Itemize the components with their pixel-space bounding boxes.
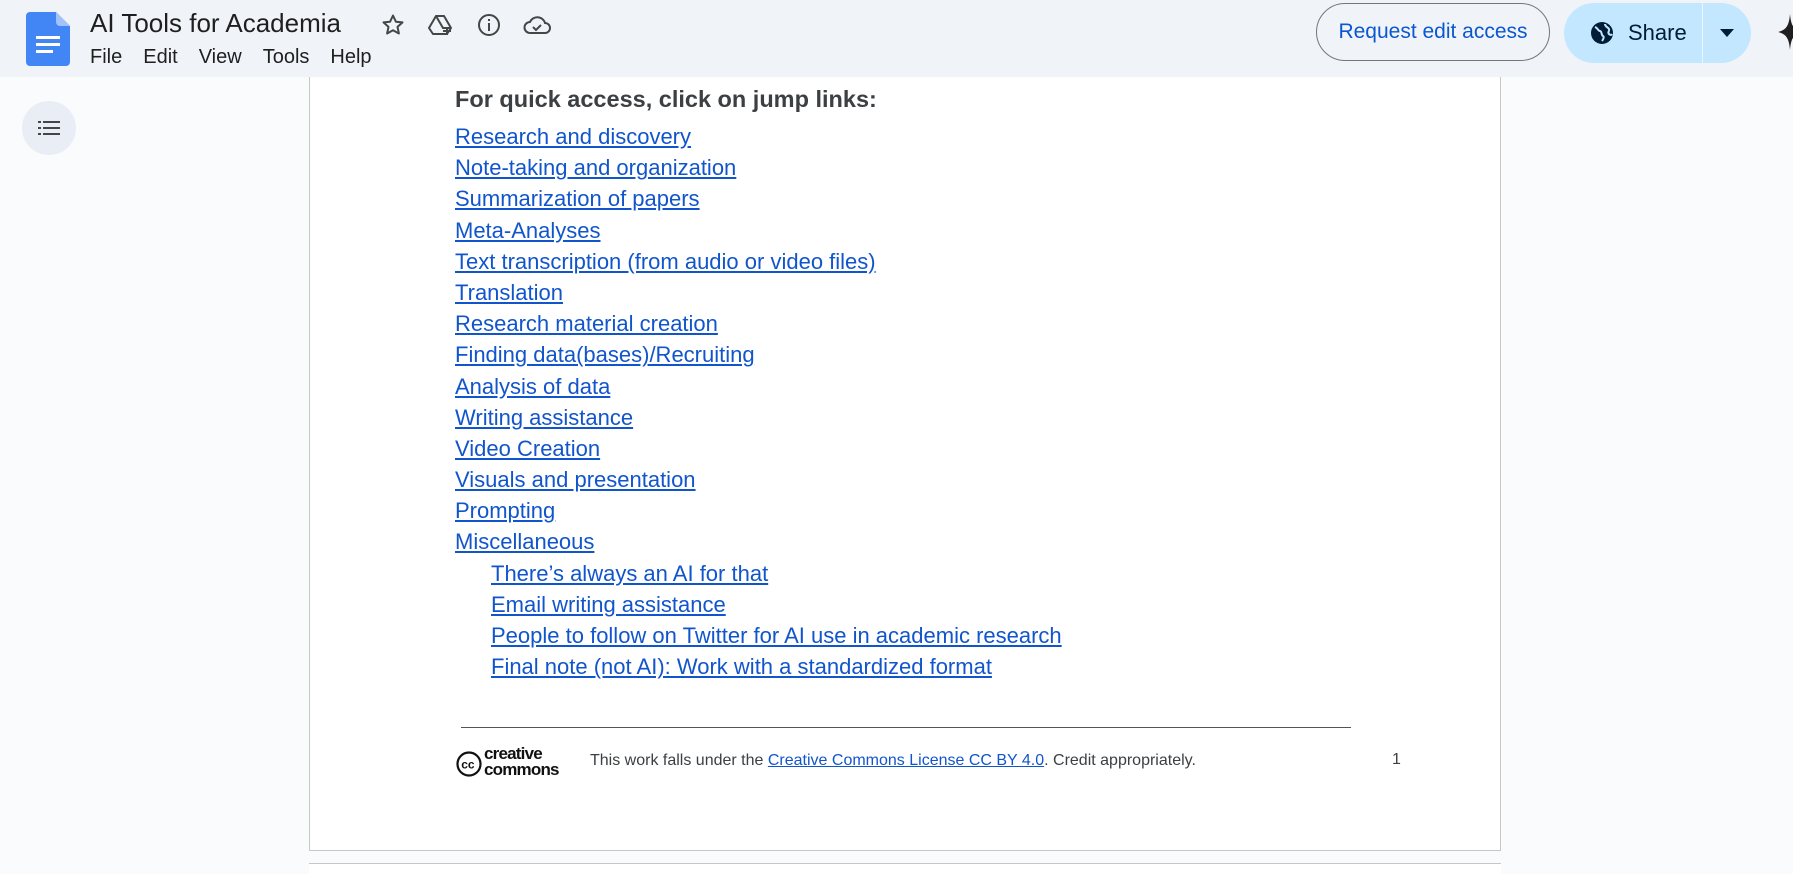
star-icon[interactable] xyxy=(376,10,410,40)
page-content: For quick access, click on jump links: R… xyxy=(455,86,1415,682)
caret-down-icon xyxy=(1720,29,1734,37)
jump-link[interactable]: Research material creation xyxy=(455,311,718,336)
jump-sublink[interactable]: Final note (not AI): Work with a standar… xyxy=(491,654,992,679)
license-link[interactable]: Creative Commons License CC BY 4.0 xyxy=(768,752,1044,769)
list-item: Email writing assistance xyxy=(455,589,1415,620)
add-to-drive-icon[interactable] xyxy=(424,10,458,40)
list-item: Research and discovery xyxy=(455,121,1415,152)
list-item: Miscellaneous xyxy=(455,526,1415,557)
list-item: Translation xyxy=(455,277,1415,308)
title-icons xyxy=(376,10,554,40)
footer-text-after: . Credit appropriately. xyxy=(1044,752,1196,769)
globe-icon xyxy=(1591,22,1613,44)
share-dropdown-button[interactable] xyxy=(1703,3,1751,63)
menu-help[interactable]: Help xyxy=(330,44,382,71)
list-item: Prompting xyxy=(455,495,1415,526)
list-item: Final note (not AI): Work with a standar… xyxy=(455,651,1415,682)
request-edit-access-button[interactable]: Request edit access xyxy=(1316,3,1550,61)
page-footer: cc creative commons This work falls unde… xyxy=(456,741,1401,781)
jump-links-heading: For quick access, click on jump links: xyxy=(455,86,877,112)
gemini-icon[interactable] xyxy=(1772,14,1793,50)
jump-link[interactable]: Analysis of data xyxy=(455,374,610,399)
footer-divider xyxy=(461,727,1351,728)
list-item: Visuals and presentation xyxy=(455,464,1415,495)
document-page: For quick access, click on jump links: R… xyxy=(309,77,1501,851)
list-item: Analysis of data xyxy=(455,371,1415,402)
share-label: Share xyxy=(1628,20,1687,45)
cc-logo-text-commons: commons xyxy=(484,760,559,778)
jump-link[interactable]: Research and discovery xyxy=(455,124,691,149)
menu-tools[interactable]: Tools xyxy=(263,44,321,71)
footer-text: This work falls under the Creative Commo… xyxy=(590,752,1196,770)
menu-file[interactable]: File xyxy=(90,44,133,71)
list-item: Meta-Analyses xyxy=(455,215,1415,246)
list-item: Summarization of papers xyxy=(455,183,1415,214)
next-page-edge xyxy=(309,863,1501,874)
list-icon xyxy=(38,121,60,135)
top-bar: AI Tools for Academia File Edit View Too… xyxy=(0,0,1793,77)
jump-sublink[interactable]: Email writing assistance xyxy=(491,592,726,617)
jump-sublink[interactable]: People to follow on Twitter for AI use i… xyxy=(491,623,1062,648)
jump-link[interactable]: Video Creation xyxy=(455,436,600,461)
list-item: People to follow on Twitter for AI use i… xyxy=(455,620,1415,651)
creative-commons-logo: cc creative commons xyxy=(456,744,560,778)
cloud-saved-icon[interactable] xyxy=(520,10,554,40)
jump-link[interactable]: Writing assistance xyxy=(455,405,633,430)
jump-links-list: Research and discovery Note-taking and o… xyxy=(455,121,1415,682)
jump-link[interactable]: Miscellaneous xyxy=(455,529,594,554)
list-item: Video Creation xyxy=(455,433,1415,464)
jump-link[interactable]: Finding data(bases)/Recruiting xyxy=(455,342,755,367)
docs-logo-icon[interactable] xyxy=(26,12,70,66)
document-outline-button[interactable] xyxy=(22,101,76,155)
jump-link[interactable]: Note-taking and organization xyxy=(455,155,736,180)
document-title[interactable]: AI Tools for Academia xyxy=(90,8,341,39)
jump-link[interactable]: Visuals and presentation xyxy=(455,467,696,492)
footer-text-before: This work falls under the xyxy=(590,752,768,769)
list-item: There’s always an AI for that xyxy=(455,558,1415,589)
menu-view[interactable]: View xyxy=(199,44,253,71)
jump-link[interactable]: Prompting xyxy=(455,498,555,523)
jump-link[interactable]: Summarization of papers xyxy=(455,186,700,211)
menu-bar: File Edit View Tools Help xyxy=(90,44,393,71)
jump-link[interactable]: Translation xyxy=(455,280,563,305)
menu-edit[interactable]: Edit xyxy=(143,44,188,71)
share-button[interactable]: Share xyxy=(1564,3,1702,63)
info-icon[interactable] xyxy=(472,10,506,40)
list-item: Note-taking and organization xyxy=(455,152,1415,183)
list-item: Writing assistance xyxy=(455,402,1415,433)
list-item: Research material creation xyxy=(455,308,1415,339)
jump-link[interactable]: Text transcription (from audio or video … xyxy=(455,249,876,274)
svg-text:cc: cc xyxy=(461,758,475,772)
jump-sublink[interactable]: There’s always an AI for that xyxy=(491,561,768,586)
page-number: 1 xyxy=(1392,751,1401,768)
jump-link[interactable]: Meta-Analyses xyxy=(455,218,601,243)
list-item: Finding data(bases)/Recruiting xyxy=(455,339,1415,370)
list-item: Text transcription (from audio or video … xyxy=(455,246,1415,277)
